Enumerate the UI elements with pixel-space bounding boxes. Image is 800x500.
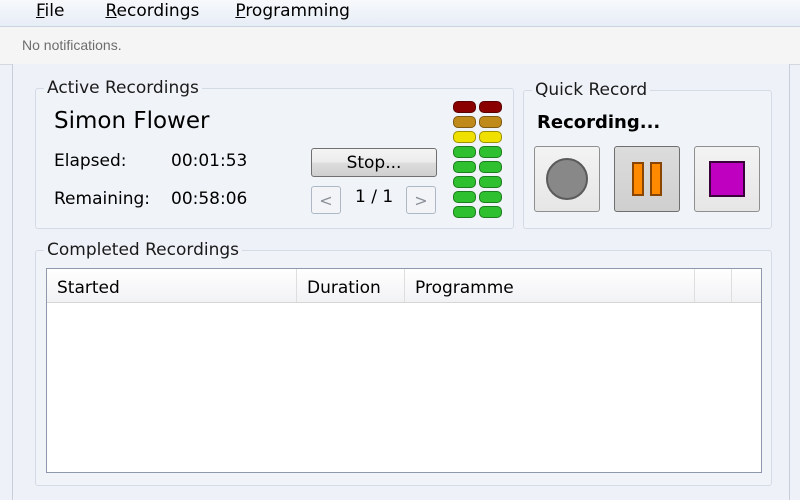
meter-segment — [479, 131, 502, 143]
column-header-programme[interactable]: Programme — [405, 269, 695, 302]
meter-segment — [453, 116, 476, 128]
completed-recordings-legend: Completed Recordings — [47, 240, 240, 260]
menu-recordings-accel: R — [105, 1, 117, 21]
elapsed-label: Elapsed: — [54, 151, 127, 171]
meter-segment — [479, 191, 502, 203]
menu-recordings-label: ecordings — [116, 1, 200, 21]
menu-file-label: ile — [44, 1, 65, 21]
completed-recordings-table[interactable]: Started Duration Programme — [46, 268, 762, 473]
quick-stop-button[interactable] — [694, 146, 760, 212]
quick-record-legend: Quick Record — [535, 80, 648, 100]
menu-programming-label: rogramming — [245, 1, 350, 21]
recording-status: Recording... — [537, 112, 661, 133]
meter-segment — [453, 131, 476, 143]
table-header: Started Duration Programme — [47, 269, 761, 303]
record-icon — [546, 158, 588, 200]
menu-recordings[interactable]: Recordings — [82, 0, 212, 26]
menu-file[interactable]: File — [0, 0, 82, 26]
menu-programming-accel: P — [235, 1, 246, 21]
previous-recording-button[interactable]: < — [311, 186, 341, 214]
column-header-extra[interactable] — [695, 269, 732, 302]
meter-segment — [453, 176, 476, 188]
column-header-started[interactable]: Started — [47, 269, 297, 302]
menu-bar: File Recordings Programming — [0, 0, 800, 27]
meter-segment — [479, 206, 502, 218]
meter-segment — [453, 206, 476, 218]
menu-file-accel: F — [36, 1, 45, 21]
meter-segment — [479, 101, 502, 113]
stop-icon — [709, 161, 745, 197]
pause-icon — [632, 162, 662, 196]
active-recordings-legend: Active Recordings — [47, 78, 199, 98]
chevron-right-icon: > — [414, 190, 428, 210]
quick-pause-button[interactable] — [614, 146, 680, 212]
meter-segment — [453, 191, 476, 203]
remaining-value: 00:58:06 — [171, 189, 248, 209]
quick-record-button[interactable] — [534, 146, 600, 212]
meter-segment — [479, 161, 502, 173]
stop-recording-button[interactable]: Stop... — [311, 148, 437, 177]
menu-programming[interactable]: Programming — [212, 0, 363, 26]
elapsed-value: 00:01:53 — [171, 151, 248, 171]
meter-segment — [479, 116, 502, 128]
meter-segment — [453, 101, 476, 113]
notification-bar: No notifications. — [0, 27, 800, 65]
chevron-left-icon: < — [319, 190, 333, 210]
meter-segment — [479, 176, 502, 188]
level-meter — [453, 101, 505, 221]
recording-name: Simon Flower — [54, 108, 210, 134]
meter-segment — [453, 161, 476, 173]
recording-pager: 1 / 1 — [355, 187, 394, 207]
next-recording-button[interactable]: > — [406, 186, 436, 214]
meter-segment — [453, 146, 476, 158]
remaining-label: Remaining: — [54, 189, 150, 209]
notification-text: No notifications. — [22, 37, 122, 53]
meter-segment — [479, 146, 502, 158]
column-header-duration[interactable]: Duration — [297, 269, 405, 302]
